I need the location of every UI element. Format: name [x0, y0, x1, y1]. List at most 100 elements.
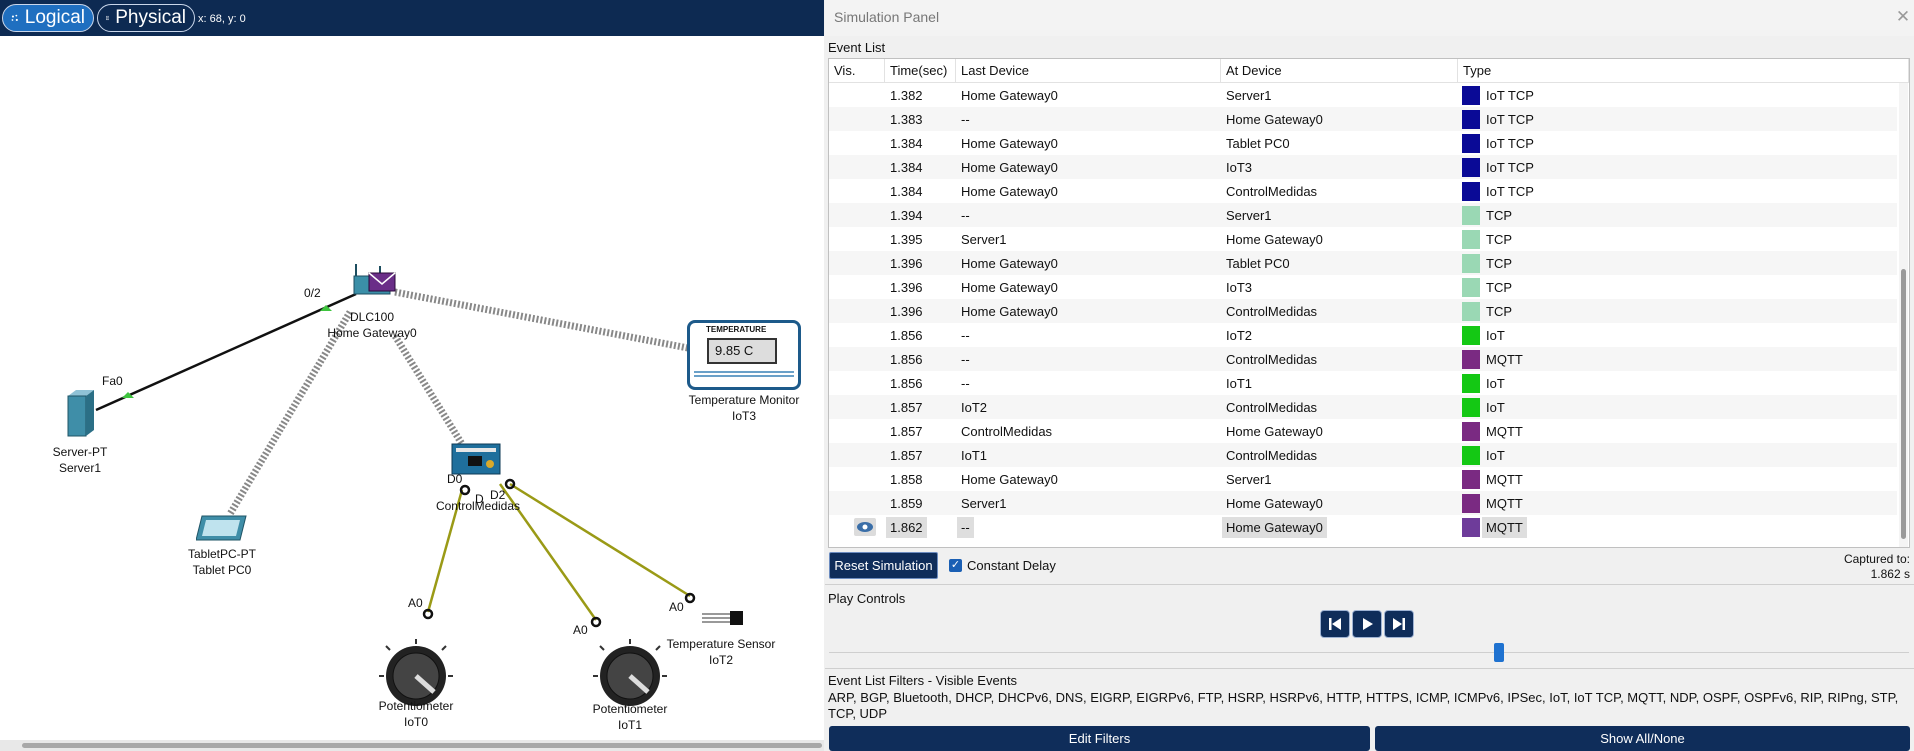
event-vis-cell[interactable]	[829, 467, 885, 491]
event-last-device-value: Server1	[961, 495, 1007, 511]
event-vis-cell[interactable]	[829, 203, 885, 227]
event-type: IoT TCP	[1458, 85, 1897, 105]
temperature-sensor-icon[interactable]	[702, 608, 744, 628]
event-row[interactable]: 1.862 -- Home Gateway0 MQTT	[829, 515, 1897, 539]
event-type-color-swatch	[1462, 277, 1480, 297]
event-vis-cell[interactable]	[829, 107, 885, 131]
event-vis-cell[interactable]	[829, 179, 885, 203]
event-vis-cell[interactable]	[829, 275, 885, 299]
event-vis-cell[interactable]	[829, 227, 885, 251]
event-last-device-value: Home Gateway0	[961, 303, 1058, 319]
event-at-device: ControlMedidas	[1221, 448, 1458, 463]
event-row[interactable]: 1.396 Home Gateway0 IoT3 TCP	[829, 275, 1897, 299]
captured-to-label: Captured to:	[1843, 552, 1910, 566]
event-row[interactable]: 1.383 -- Home Gateway0 IoT TCP	[829, 107, 1897, 131]
col-header-last-device[interactable]: Last Device	[956, 59, 1221, 82]
event-time-value: 1.857	[890, 423, 923, 439]
play-speed-slider-thumb[interactable]	[1494, 643, 1504, 662]
event-row[interactable]: 1.856 -- IoT2 IoT	[829, 323, 1897, 347]
physical-view-button[interactable]: Physical	[97, 4, 195, 32]
col-header-vis[interactable]: Vis.	[829, 59, 885, 82]
event-row[interactable]: 1.857 IoT2 ControlMedidas IoT	[829, 395, 1897, 419]
event-vis-cell[interactable]	[829, 515, 885, 539]
event-row[interactable]: 1.395 Server1 Home Gateway0 TCP	[829, 227, 1897, 251]
event-row[interactable]: 1.384 Home Gateway0 Tablet PC0 IoT TCP	[829, 131, 1897, 155]
event-row[interactable]: 1.396 Home Gateway0 Tablet PC0 TCP	[829, 251, 1897, 275]
step-back-button[interactable]	[1320, 610, 1350, 638]
event-at-device: ControlMedidas	[1221, 304, 1458, 319]
eye-icon[interactable]	[854, 518, 876, 536]
event-row[interactable]: 1.857 ControlMedidas Home Gateway0 MQTT	[829, 419, 1897, 443]
col-header-time[interactable]: Time(sec)	[885, 59, 956, 82]
event-row[interactable]: 1.857 IoT1 ControlMedidas IoT	[829, 443, 1897, 467]
event-type-value: IoT TCP	[1486, 159, 1534, 175]
event-row[interactable]: 1.384 Home Gateway0 IoT3 IoT TCP	[829, 155, 1897, 179]
col-header-at-device[interactable]: At Device	[1221, 59, 1458, 82]
event-type-value: IoT TCP	[1486, 87, 1534, 103]
event-time-value: 1.384	[890, 159, 923, 175]
event-row[interactable]: 1.382 Home Gateway0 Server1 IoT TCP	[829, 83, 1897, 107]
gateway-model: DLC100	[349, 310, 395, 324]
logical-view-button[interactable]: Logical	[2, 4, 94, 32]
event-vis-cell[interactable]	[829, 299, 885, 323]
constant-delay-label: Constant Delay	[967, 558, 1056, 573]
event-row[interactable]: 1.856 -- ControlMedidas MQTT	[829, 347, 1897, 371]
home-gateway-icon[interactable]	[350, 262, 400, 304]
event-at-device-value: Server1	[1226, 471, 1272, 487]
logical-workspace[interactable]: Logical Physical x: 68, y: 0 0/2 DLC100 …	[0, 0, 824, 751]
event-row[interactable]: 1.858 Home Gateway0 Server1 MQTT	[829, 467, 1897, 491]
event-row[interactable]: 1.859 Server1 Home Gateway0 MQTT	[829, 491, 1897, 515]
pot1-label: Potentiometer IoT1	[580, 701, 680, 733]
event-vis-cell[interactable]	[829, 155, 885, 179]
event-vis-cell[interactable]	[829, 251, 885, 275]
event-last-device: Server1	[956, 232, 1221, 247]
workspace-horizontal-scrollbar[interactable]	[0, 740, 824, 751]
temp-monitor-name: IoT3	[731, 409, 756, 423]
event-type-value: TCP	[1486, 255, 1512, 271]
event-at-device: Server1	[1221, 88, 1458, 103]
event-row[interactable]: 1.384 Home Gateway0 ControlMedidas IoT TCP	[829, 179, 1897, 203]
play-button[interactable]	[1352, 610, 1382, 638]
event-row[interactable]: 1.856 -- IoT1 IoT	[829, 371, 1897, 395]
event-time: 1.382	[885, 88, 956, 103]
event-vis-cell[interactable]	[829, 323, 885, 347]
event-type-value: IoT TCP	[1486, 183, 1534, 199]
step-forward-button[interactable]	[1384, 610, 1414, 638]
event-vis-cell[interactable]	[829, 131, 885, 155]
reset-simulation-button[interactable]: Reset Simulation	[829, 552, 938, 579]
event-vis-cell[interactable]	[829, 395, 885, 419]
server-model: Server-PT	[52, 445, 108, 459]
event-last-device: Home Gateway0	[956, 184, 1221, 199]
constant-delay-checkbox[interactable]: ✓	[949, 559, 962, 572]
event-vis-cell[interactable]	[829, 371, 885, 395]
edit-filters-button[interactable]: Edit Filters	[829, 726, 1370, 751]
event-at-device-value: Server1	[1226, 207, 1272, 223]
event-vis-cell[interactable]	[829, 491, 885, 515]
tablet-icon[interactable]	[196, 512, 248, 544]
server-icon[interactable]	[64, 388, 96, 438]
logical-view-label: Logical	[24, 7, 85, 28]
play-speed-slider-track[interactable]	[829, 652, 1909, 653]
event-vis-cell[interactable]	[829, 443, 885, 467]
event-vis-cell[interactable]	[829, 83, 885, 107]
close-icon[interactable]: ✕	[1892, 7, 1914, 29]
event-list-vertical-scrollbar[interactable]	[1899, 83, 1908, 547]
event-at-device: ControlMedidas	[1221, 184, 1458, 199]
horizontal-scroll-thumb[interactable]	[22, 743, 822, 748]
event-type-value: IoT TCP	[1486, 135, 1534, 151]
event-vis-cell[interactable]	[829, 419, 885, 443]
show-all-none-button[interactable]: Show All/None	[1375, 726, 1910, 751]
temperature-monitor-device[interactable]: TEMPERATURE 9.85 C	[687, 320, 801, 390]
col-header-type[interactable]: Type	[1458, 59, 1909, 82]
event-time-value: 1.384	[890, 135, 923, 151]
event-row[interactable]: 1.396 Home Gateway0 ControlMedidas TCP	[829, 299, 1897, 323]
event-row[interactable]: 1.394 -- Server1 TCP	[829, 203, 1897, 227]
vertical-scroll-thumb[interactable]	[1901, 269, 1906, 539]
event-vis-cell[interactable]	[829, 347, 885, 371]
event-time: 1.396	[885, 280, 956, 295]
event-time-value: 1.382	[890, 87, 923, 103]
event-type-color-swatch	[1462, 205, 1480, 225]
temperature-monitor-screen-title: TEMPERATURE	[706, 325, 767, 334]
topology-canvas[interactable]: 0/2 DLC100 Home Gateway0 Fa0 Server-PT S…	[0, 36, 824, 740]
event-type: TCP	[1458, 205, 1897, 225]
